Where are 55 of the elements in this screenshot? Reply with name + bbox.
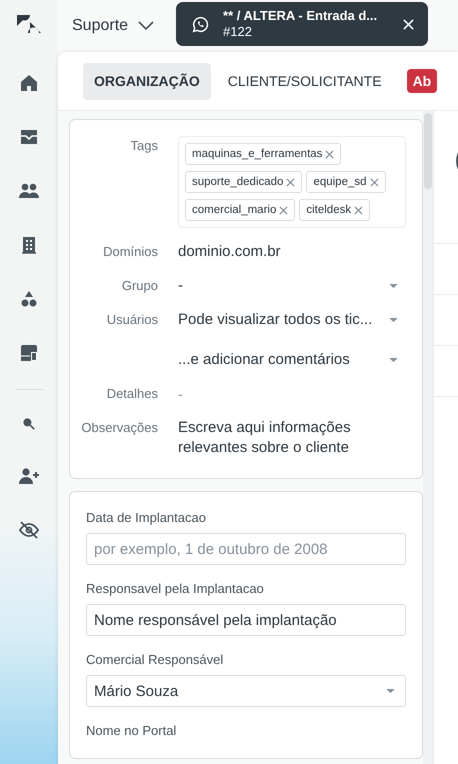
field-value[interactable]: dominio.com.br <box>178 242 406 262</box>
field-label: Detalhes <box>106 385 158 403</box>
input-field[interactable]: Nome responsável pela implantação <box>86 604 406 636</box>
add-user-icon[interactable] <box>18 466 40 486</box>
ticket-title: ** / ALTERA - Entrada d... <box>223 8 378 24</box>
field-label: Usuários <box>106 311 158 329</box>
field-label: Comercial Responsável <box>86 652 224 667</box>
tab[interactable]: CLIENTE/SOLICITANTE <box>216 62 393 100</box>
close-icon[interactable] <box>403 18 414 30</box>
inbox-icon[interactable] <box>19 127 39 147</box>
ticket-tab[interactable]: ** / ALTERA - Entrada d... #122 <box>176 2 428 46</box>
caret-icon <box>386 688 395 694</box>
select-dropdown[interactable]: - <box>178 276 406 296</box>
chevron-down-icon <box>138 21 154 31</box>
select-dropdown[interactable]: ...e adicionar comentários <box>178 350 406 370</box>
field-label: Nome no Portal <box>86 723 178 738</box>
field-label: Domínios <box>102 243 158 261</box>
devices-icon[interactable] <box>19 343 39 363</box>
remove-icon[interactable] <box>370 178 379 186</box>
remove-icon[interactable] <box>279 206 288 214</box>
caret-icon <box>389 318 398 322</box>
tag-chip[interactable]: comercial_mario <box>185 199 296 221</box>
search-icon[interactable] <box>21 416 37 432</box>
select-dropdown[interactable]: Pode visualizar todos os tic... <box>178 310 406 330</box>
shapes-icon[interactable] <box>19 289 39 309</box>
input-field[interactable]: por exemplo, 1 de outubro de 2008 <box>86 533 406 565</box>
field-label: Grupo <box>120 277 158 295</box>
status-badge: Ab <box>406 69 438 93</box>
tags-field[interactable]: maquinas_e_ferramentas suporte_dedicado equipe_sd comercial_mario citeldesk <box>178 136 406 228</box>
ticket-number: #122 <box>223 24 253 40</box>
home-icon[interactable] <box>19 73 39 93</box>
remove-icon[interactable] <box>325 150 334 158</box>
select-dropdown[interactable]: Mário Souza <box>86 675 406 707</box>
workspace-dropdown[interactable]: Suporte <box>66 13 160 39</box>
field-value[interactable]: Escreva aqui informações relevantes sobre o cliente <box>178 418 406 458</box>
scrollbar-thumb[interactable] <box>424 113 432 189</box>
building-icon[interactable] <box>19 235 39 255</box>
logo-icon[interactable] <box>17 15 41 33</box>
users-icon[interactable] <box>19 181 39 201</box>
field-value: - <box>178 386 183 402</box>
caret-icon <box>389 358 398 362</box>
tab[interactable]: ORGANIZAÇÃO <box>83 62 211 100</box>
chat-bubble-icon <box>192 16 210 32</box>
caret-icon <box>389 284 398 288</box>
eye-off-icon[interactable] <box>18 520 40 540</box>
remove-icon[interactable] <box>286 178 296 186</box>
field-label: Observações <box>80 419 158 437</box>
remove-icon[interactable] <box>354 206 364 214</box>
field-label: Tags <box>130 137 158 155</box>
field-label: Responsavel pela Implantacao <box>86 581 265 596</box>
tag-chip[interactable]: equipe_sd <box>306 171 386 193</box>
tag-chip[interactable]: citeldesk <box>299 199 370 221</box>
field-label: Data de Implantacao <box>86 510 207 525</box>
tag-chip[interactable]: maquinas_e_ferramentas <box>185 143 342 165</box>
tag-chip[interactable]: suporte_dedicado <box>185 171 302 193</box>
